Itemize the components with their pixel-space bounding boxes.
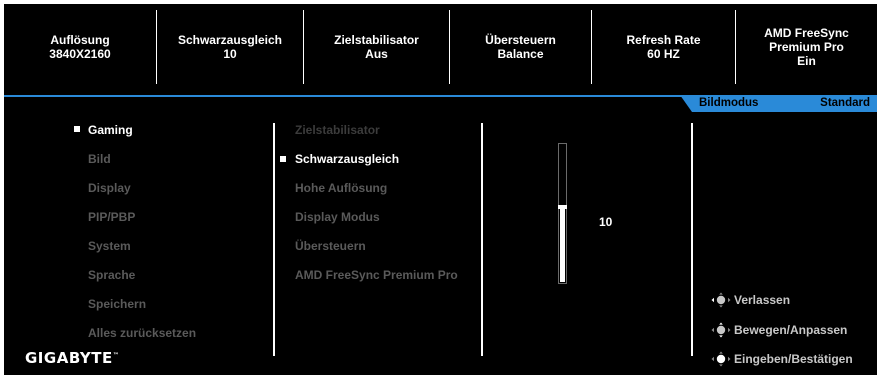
info-title: AMD FreeSync Premium Pro — [764, 26, 849, 54]
menu-item-save[interactable]: Speichern — [88, 297, 146, 311]
info-value: 10 — [223, 47, 237, 61]
info-resolution: Auflösung 3840X2160 — [4, 10, 156, 84]
info-title: Schwarzausgleich — [177, 33, 283, 47]
slider-thumb[interactable] — [558, 205, 567, 209]
gigabyte-logo: GIGABYTE™ — [25, 349, 119, 367]
slider-fill — [560, 207, 565, 282]
menu-item-pip-pbp[interactable]: PIP/PBP — [88, 210, 135, 224]
info-value: Aus — [365, 47, 388, 61]
menu-item-reset-all[interactable]: Alles zurücksetzen — [88, 326, 196, 340]
submenu-item-high-resolution[interactable]: Hohe Auflösung — [295, 181, 387, 195]
info-overdrive: Übersteuern Balance — [450, 10, 591, 84]
info-title: Übersteuern — [485, 33, 556, 47]
osd-menu: Auflösung 3840X2160 Schwarzausgleich 10 Zi… — [4, 4, 877, 375]
submenu-item-display-mode[interactable]: Display Modus — [295, 210, 380, 224]
submenu-item-black-equalizer[interactable]: Schwarzausgleich — [295, 152, 399, 166]
info-title: Auflösung — [50, 33, 110, 47]
black-equalizer-slider[interactable] — [558, 143, 567, 284]
submenu-item-aim-stabilizer[interactable]: Zielstabilisator — [295, 123, 380, 137]
dpad-left-icon — [710, 292, 732, 308]
hint-enter-confirm: Eingeben/Bestätigen — [710, 351, 853, 367]
menu-item-system[interactable]: System — [88, 239, 131, 253]
picture-mode-value: Standard — [820, 97, 870, 109]
info-value: 3840X2160 — [49, 47, 111, 61]
selection-bullet — [280, 156, 286, 162]
info-value: 60 HZ — [647, 47, 680, 61]
info-title: Refresh Rate — [626, 33, 701, 47]
hint-label: Bewegen/Anpassen — [734, 323, 848, 337]
menu-item-gaming[interactable]: Gaming — [88, 123, 133, 137]
dpad-up-down-icon — [710, 322, 732, 338]
info-black-equalizer: Schwarzausgleich 10 — [157, 10, 303, 84]
column-divider — [481, 123, 483, 356]
hint-exit: Verlassen — [710, 292, 790, 308]
selection-bullet — [74, 126, 80, 132]
slider-value: 10 — [599, 215, 613, 229]
picture-mode-label: Bildmodus — [699, 97, 759, 109]
trademark: ™ — [112, 352, 120, 359]
menu-item-picture[interactable]: Bild — [88, 152, 111, 166]
column-divider — [691, 123, 693, 356]
info-title: Zielstabilisator — [334, 33, 419, 47]
info-aim-stabilizer: Zielstabilisator Aus — [304, 10, 449, 84]
info-bar: Auflösung 3840X2160 Schwarzausgleich 10 Zi… — [4, 4, 877, 90]
info-freesync: AMD FreeSync Premium Pro Ein — [736, 10, 877, 84]
hint-label: Eingeben/Bestätigen — [734, 352, 853, 366]
submenu-item-overdrive[interactable]: Übersteuern — [295, 239, 366, 253]
submenu-item-freesync[interactable]: AMD FreeSync Premium Pro — [295, 268, 458, 282]
column-divider — [273, 123, 275, 356]
info-value: Balance — [497, 47, 544, 61]
dpad-press-icon — [710, 351, 732, 367]
info-refresh-rate: Refresh Rate 60 HZ — [592, 10, 735, 84]
hint-move-adjust: Bewegen/Anpassen — [710, 322, 847, 338]
menu-item-language[interactable]: Sprache — [88, 268, 135, 282]
logo-text: GIGABYTE — [25, 349, 113, 367]
hint-label: Verlassen — [734, 293, 791, 307]
menu-item-display[interactable]: Display — [88, 181, 131, 195]
info-value: Ein — [797, 54, 816, 68]
